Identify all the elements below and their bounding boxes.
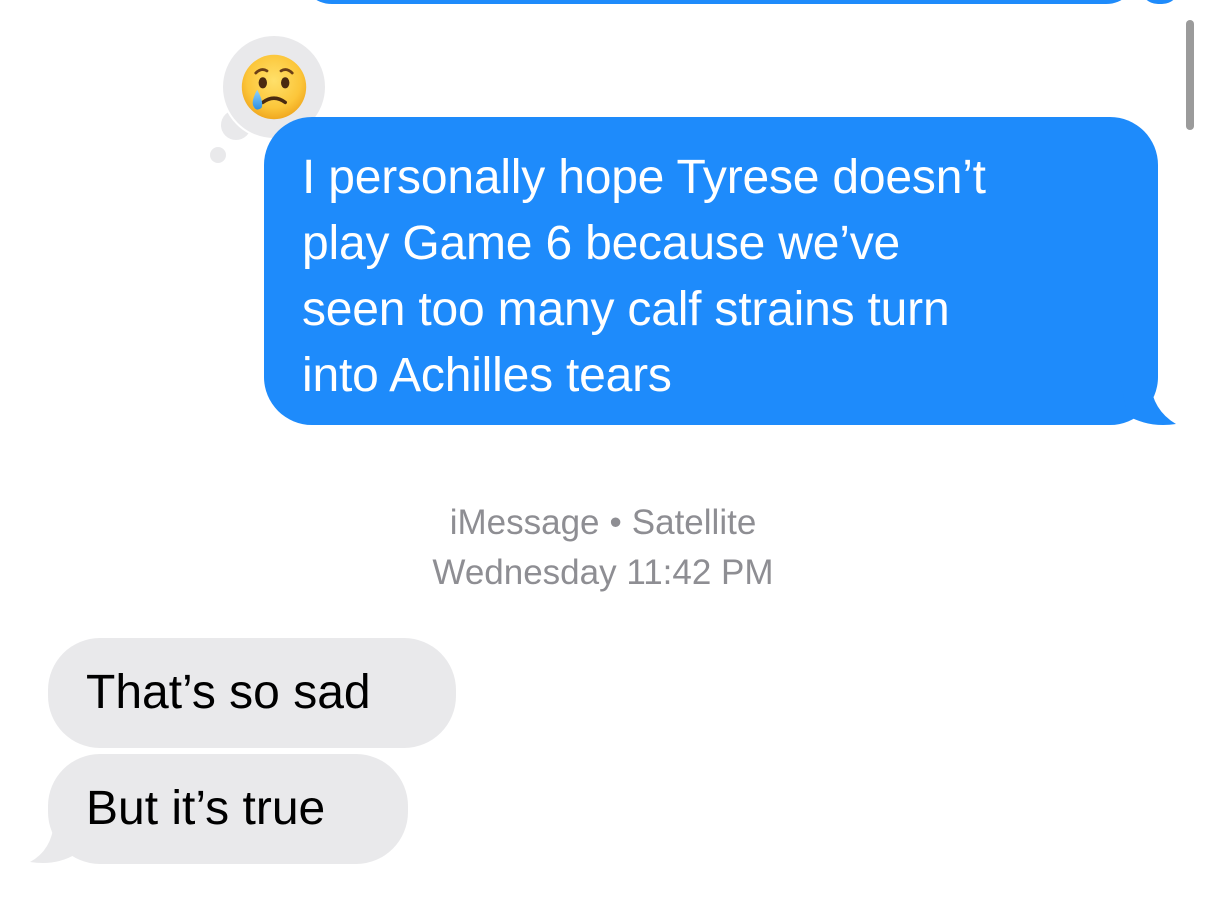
separator-dot: • — [609, 503, 622, 542]
outgoing-bubble-tail — [1120, 380, 1176, 425]
incoming-message-text: That’s so sad — [86, 666, 371, 719]
incoming-message-bubble[interactable]: That’s so sad — [48, 638, 456, 748]
outgoing-message-line: seen too many calf strains turn — [302, 283, 950, 336]
service-name: iMessage — [449, 503, 600, 542]
message-service-label: iMessage • Satellite — [0, 498, 1206, 548]
message-timestamp: Wednesday 11:42 PM — [432, 553, 774, 592]
incoming-message-bubble[interactable]: But it’s true — [48, 754, 408, 864]
incoming-bubble-tail — [30, 822, 82, 863]
previous-bubble-tail — [1140, 0, 1180, 4]
outgoing-message-line: play Game 6 because we’ve — [302, 217, 901, 270]
previous-outgoing-bubble[interactable] — [300, 0, 1138, 4]
outgoing-message-bubble[interactable]: I personally hope Tyrese doesn’t play Ga… — [264, 117, 1158, 425]
incoming-message-text: But it’s true — [86, 782, 326, 835]
network-name: Satellite — [631, 503, 757, 542]
outgoing-message-line: I personally hope Tyrese doesn’t — [302, 151, 986, 204]
tapback-small-dot — [210, 147, 226, 163]
scrollbar[interactable] — [1186, 20, 1194, 130]
crying-face-icon — [241, 54, 307, 120]
outgoing-message-line: into Achilles tears — [302, 349, 672, 402]
messages-thread[interactable]: I personally hope Tyrese doesn’t play Ga… — [0, 0, 1206, 911]
